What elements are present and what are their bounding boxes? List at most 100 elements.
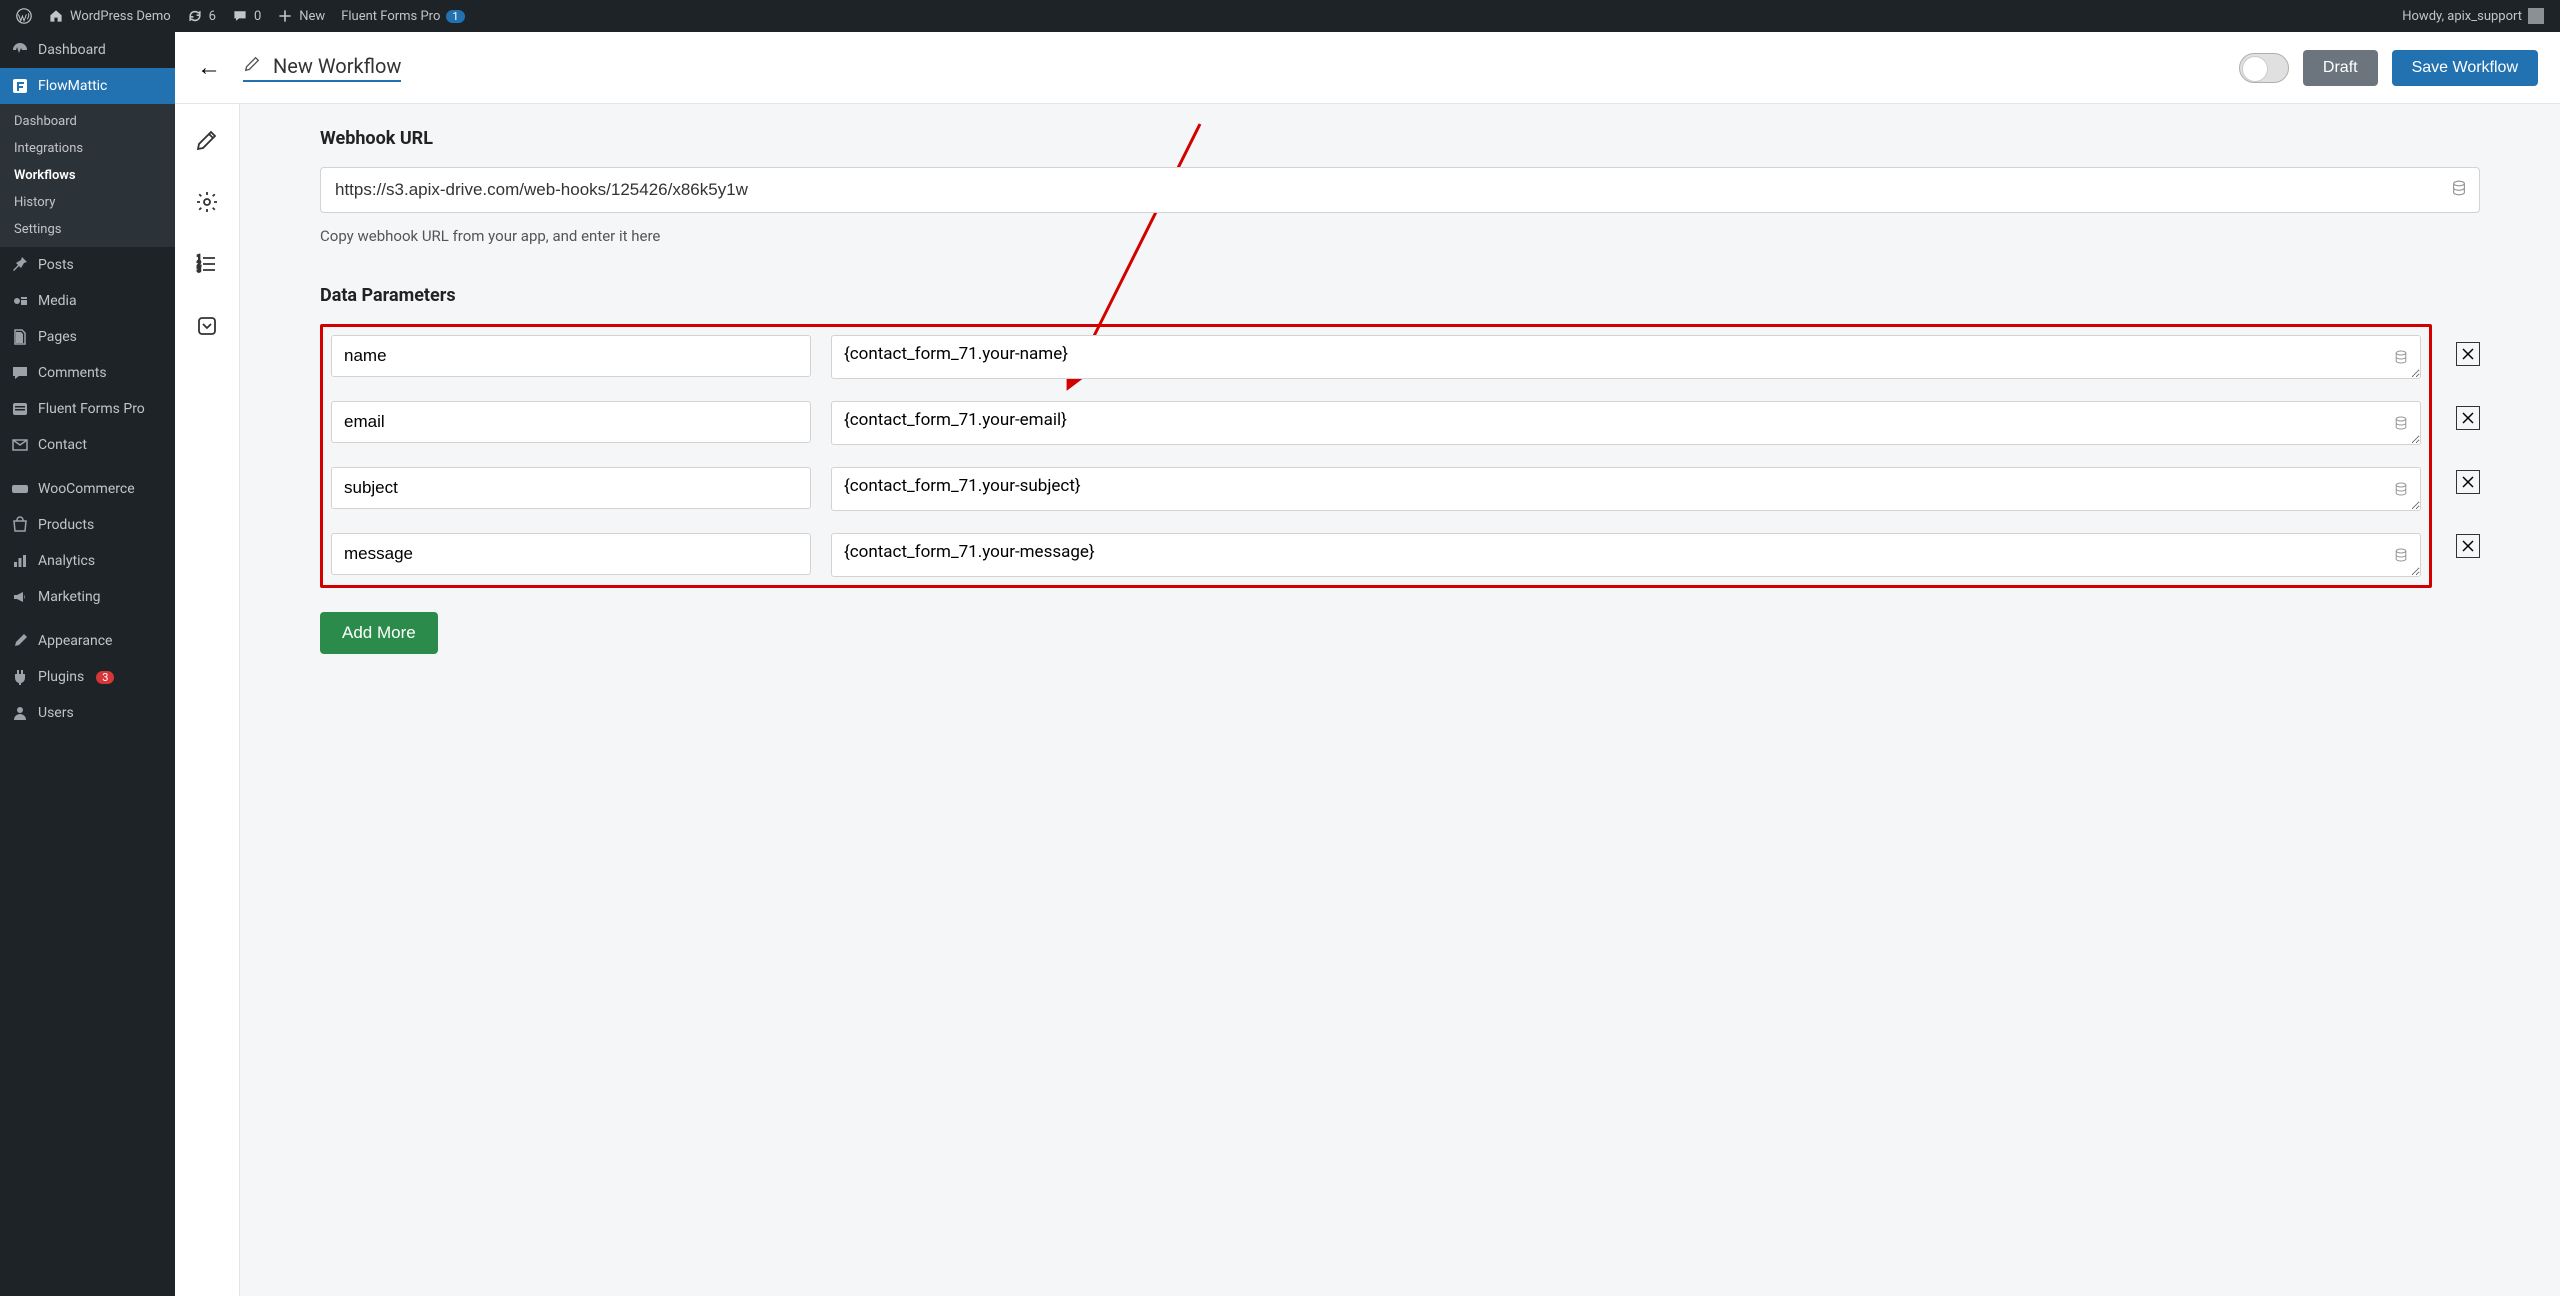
comments-icon xyxy=(10,363,30,383)
submenu-workflows[interactable]: Workflows xyxy=(0,162,175,189)
howdy-text: Howdy, apix_support xyxy=(2402,9,2522,24)
workflow-active-toggle[interactable] xyxy=(2239,53,2289,83)
submenu-integrations[interactable]: Integrations xyxy=(0,135,175,162)
new-link[interactable]: New xyxy=(269,0,333,32)
avatar-icon xyxy=(2528,8,2544,24)
plus-icon xyxy=(277,8,293,24)
webhook-url-title: Webhook URL xyxy=(320,128,2480,149)
submenu-settings[interactable]: Settings xyxy=(0,216,175,243)
flowmattic-icon xyxy=(10,76,30,96)
menu-flowmattic[interactable]: FlowMattic xyxy=(0,68,175,104)
workflow-step-rail: 123 xyxy=(175,104,240,1296)
comments-link[interactable]: 0 xyxy=(224,0,269,32)
param-key-input[interactable] xyxy=(331,533,811,575)
remove-row-button[interactable] xyxy=(2456,470,2480,494)
menu-plugins[interactable]: Plugins3 xyxy=(0,659,175,695)
menu-comments[interactable]: Comments xyxy=(0,355,175,391)
analytics-icon xyxy=(10,551,30,571)
workflow-title-edit[interactable]: New Workflow xyxy=(243,54,401,82)
woo-icon xyxy=(10,479,30,499)
wordpress-icon xyxy=(16,8,32,24)
webhook-help-text: Copy webhook URL from your app, and ente… xyxy=(320,227,2480,245)
pencil-icon xyxy=(243,55,261,77)
new-label: New xyxy=(299,9,325,24)
param-key-input[interactable] xyxy=(331,401,811,443)
param-key-input[interactable] xyxy=(331,335,811,377)
content-area: ← New Workflow Draft Save Workflow 123 xyxy=(175,32,2560,1296)
plug-icon xyxy=(10,667,30,687)
param-key-input[interactable] xyxy=(331,467,811,509)
draft-button[interactable]: Draft xyxy=(2303,50,2378,86)
param-value-input[interactable] xyxy=(831,467,2421,511)
site-name: WordPress Demo xyxy=(70,9,171,24)
pin-icon xyxy=(10,255,30,275)
pages-icon xyxy=(10,327,30,347)
remove-row-button[interactable] xyxy=(2456,534,2480,558)
param-row xyxy=(331,401,2421,449)
updates-link[interactable]: 6 xyxy=(179,0,224,32)
wp-logo[interactable] xyxy=(8,0,40,32)
param-value-input[interactable] xyxy=(831,401,2421,445)
products-icon xyxy=(10,515,30,535)
fluent-icon xyxy=(10,399,30,419)
remove-row-button[interactable] xyxy=(2456,406,2480,430)
workflow-canvas: Webhook URL Copy webhook URL from your a… xyxy=(240,104,2560,1296)
webhook-url-input[interactable] xyxy=(320,167,2480,213)
menu-appearance[interactable]: Appearance xyxy=(0,623,175,659)
param-row xyxy=(331,533,2421,581)
database-icon[interactable] xyxy=(2393,481,2409,501)
fluent-label: Fluent Forms Pro xyxy=(341,9,440,24)
menu-products[interactable]: Products xyxy=(0,507,175,543)
menu-users[interactable]: Users xyxy=(0,695,175,731)
menu-contact[interactable]: Contact xyxy=(0,427,175,463)
save-workflow-button[interactable]: Save Workflow xyxy=(2392,50,2538,86)
database-icon[interactable] xyxy=(2393,349,2409,369)
submenu-dashboard[interactable]: Dashboard xyxy=(0,108,175,135)
list-step-icon[interactable]: 123 xyxy=(195,252,219,282)
brush-icon xyxy=(10,631,30,651)
param-value-input[interactable] xyxy=(831,335,2421,379)
media-icon xyxy=(10,291,30,311)
param-value-input[interactable] xyxy=(831,533,2421,577)
menu-posts[interactable]: Posts xyxy=(0,247,175,283)
wp-admin-bar: WordPress Demo 6 0 New Fluent Forms Pro 1… xyxy=(0,0,2560,32)
menu-analytics[interactable]: Analytics xyxy=(0,543,175,579)
fluent-count-badge: 1 xyxy=(446,10,464,23)
collapse-step-icon[interactable] xyxy=(195,314,219,344)
remove-row-button[interactable] xyxy=(2456,342,2480,366)
add-more-button[interactable]: Add More xyxy=(320,612,438,654)
refresh-icon xyxy=(187,8,203,24)
menu-pages[interactable]: Pages xyxy=(0,319,175,355)
howdy-link[interactable]: Howdy, apix_support xyxy=(2394,0,2552,32)
database-icon[interactable] xyxy=(2393,415,2409,435)
settings-step-icon[interactable] xyxy=(195,190,219,220)
back-arrow-button[interactable]: ← xyxy=(197,53,221,82)
updates-count: 6 xyxy=(209,9,216,24)
submenu-history[interactable]: History xyxy=(0,189,175,216)
wp-admin-sidebar: Dashboard FlowMattic Dashboard Integrati… xyxy=(0,32,175,1296)
menu-media[interactable]: Media xyxy=(0,283,175,319)
database-icon[interactable] xyxy=(2450,179,2468,201)
plugins-count-badge: 3 xyxy=(96,671,114,684)
params-highlight-box xyxy=(320,324,2432,588)
comment-icon xyxy=(232,8,248,24)
database-icon[interactable] xyxy=(2393,547,2409,567)
mail-icon xyxy=(10,435,30,455)
comments-count: 0 xyxy=(254,9,261,24)
data-parameters-title: Data Parameters xyxy=(320,285,2480,306)
param-row xyxy=(331,467,2421,515)
menu-dashboard[interactable]: Dashboard xyxy=(0,32,175,68)
dashboard-icon xyxy=(10,40,30,60)
user-icon xyxy=(10,703,30,723)
megaphone-icon xyxy=(10,587,30,607)
edit-step-icon[interactable] xyxy=(195,128,219,158)
param-row xyxy=(331,335,2421,383)
workflow-header: ← New Workflow Draft Save Workflow xyxy=(175,32,2560,104)
site-name-link[interactable]: WordPress Demo xyxy=(40,0,179,32)
flowmattic-submenu: Dashboard Integrations Workflows History… xyxy=(0,104,175,247)
menu-woo[interactable]: WooCommerce xyxy=(0,471,175,507)
menu-marketing[interactable]: Marketing xyxy=(0,579,175,615)
fluent-link[interactable]: Fluent Forms Pro 1 xyxy=(333,0,472,32)
menu-fluent[interactable]: Fluent Forms Pro xyxy=(0,391,175,427)
home-icon xyxy=(48,8,64,24)
